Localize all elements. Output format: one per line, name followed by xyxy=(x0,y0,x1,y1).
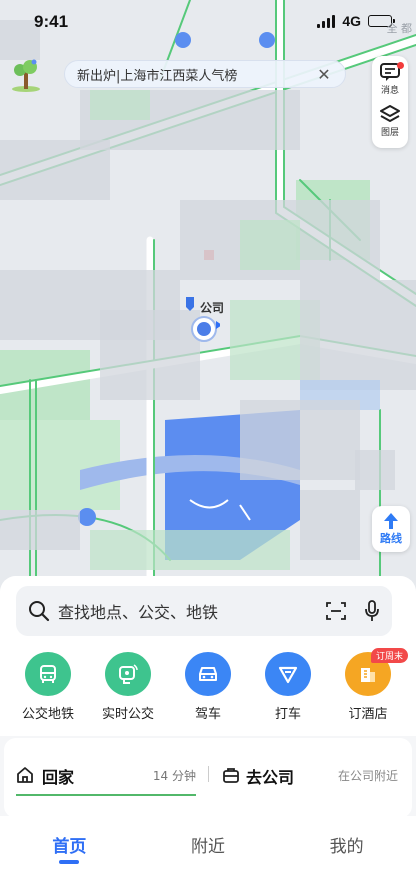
messages-button[interactable]: 消息 xyxy=(379,62,404,104)
corner-text: 全 都 xyxy=(386,22,413,35)
map-mosaic xyxy=(240,220,300,270)
route-label: 路线 xyxy=(380,532,402,545)
quick-action-transit[interactable]: 公交地铁 xyxy=(10,652,86,722)
home-progress-line xyxy=(16,794,196,796)
network-type: 4G xyxy=(342,13,361,29)
route-button[interactable]: 路线 xyxy=(372,506,410,552)
promo-text: 新出炉|上海市江西菜人气榜 xyxy=(77,68,238,84)
quick-action-label: 公交地铁 xyxy=(21,707,74,722)
layers-icon xyxy=(380,105,400,122)
map-side-panel: 消息 图层 xyxy=(372,56,408,148)
shortcut-divider xyxy=(208,766,209,782)
quick-actions: 公交地铁 实时公交 驾车 打车 订周末 订酒店 xyxy=(0,648,416,722)
work-sub: 在公司附近 xyxy=(337,769,398,783)
quick-action-drive[interactable]: 驾车 xyxy=(170,652,246,722)
go-home-shortcut[interactable]: 回家 14 分钟 xyxy=(16,762,196,796)
status-indicators: 4G xyxy=(317,13,395,29)
bottom-tab-bar: 首页 附近 我的 xyxy=(0,816,416,872)
hotel-badge: 订周末 xyxy=(370,648,408,663)
quick-action-realtime-bus[interactable]: 实时公交 xyxy=(90,652,166,722)
search-input[interactable]: 查找地点、公交、地铁 xyxy=(58,599,326,623)
home-label: 回家 xyxy=(42,768,75,787)
sheet-top-card: 查找地点、公交、地铁 公交地铁 实时公交 驾车 打车 订周末 订酒店 xyxy=(0,576,416,736)
bus-icon xyxy=(25,652,71,696)
quick-action-hotel[interactable]: 订周末 订酒店 xyxy=(330,648,408,722)
map-mosaic xyxy=(90,530,290,570)
tab-mine[interactable]: 我的 xyxy=(307,832,387,857)
briefcase-icon xyxy=(223,768,239,783)
map-mosaic xyxy=(355,450,395,490)
tab-home[interactable]: 首页 xyxy=(29,832,109,864)
search-bar[interactable]: 查找地点、公交、地铁 xyxy=(16,586,392,636)
taxi-icon xyxy=(265,652,311,696)
map-mosaic xyxy=(90,90,150,120)
map-view[interactable]: 公司 xyxy=(0,0,416,600)
realtime-bus-icon xyxy=(105,652,151,696)
quick-action-label: 打车 xyxy=(274,707,301,722)
layers-label: 图层 xyxy=(380,128,399,138)
status-time: 9:41 xyxy=(34,12,69,31)
messages-label: 消息 xyxy=(380,86,399,96)
quick-action-label: 驾车 xyxy=(194,707,221,722)
signal-icon xyxy=(317,14,336,28)
work-label: 去公司 xyxy=(246,768,295,787)
notification-dot xyxy=(397,62,404,69)
microphone-icon[interactable] xyxy=(364,600,380,622)
go-work-shortcut[interactable]: 去公司 在公司附近 xyxy=(218,762,398,794)
quick-action-label: 实时公交 xyxy=(101,707,154,722)
close-icon[interactable]: ✕ xyxy=(315,65,333,84)
map-mosaic xyxy=(0,510,80,550)
search-icon xyxy=(29,601,50,622)
status-bar: 9:41 4G xyxy=(0,0,416,40)
tree-avatar-icon[interactable] xyxy=(10,58,42,92)
home-eta: 14 分钟 xyxy=(152,769,196,783)
home-icon xyxy=(17,767,33,783)
scan-icon[interactable] xyxy=(326,602,346,620)
tab-nearby[interactable]: 附近 xyxy=(168,832,248,857)
map-mosaic xyxy=(0,140,110,200)
route-arrow-icon xyxy=(384,513,398,529)
promo-banner[interactable]: 新出炉|上海市江西菜人气榜 ✕ xyxy=(64,60,346,88)
quick-action-label: 订酒店 xyxy=(348,707,388,722)
map-mosaic xyxy=(300,280,416,390)
map-mosaic xyxy=(240,400,360,480)
layers-button[interactable]: 图层 xyxy=(379,104,401,146)
car-icon xyxy=(185,652,231,696)
shortcut-card: 回家 14 分钟 去公司 在公司附近 xyxy=(4,738,412,818)
quick-action-taxi[interactable]: 打车 xyxy=(250,652,326,722)
map-mosaic xyxy=(300,490,360,560)
marker-label: 公司 xyxy=(200,301,225,315)
